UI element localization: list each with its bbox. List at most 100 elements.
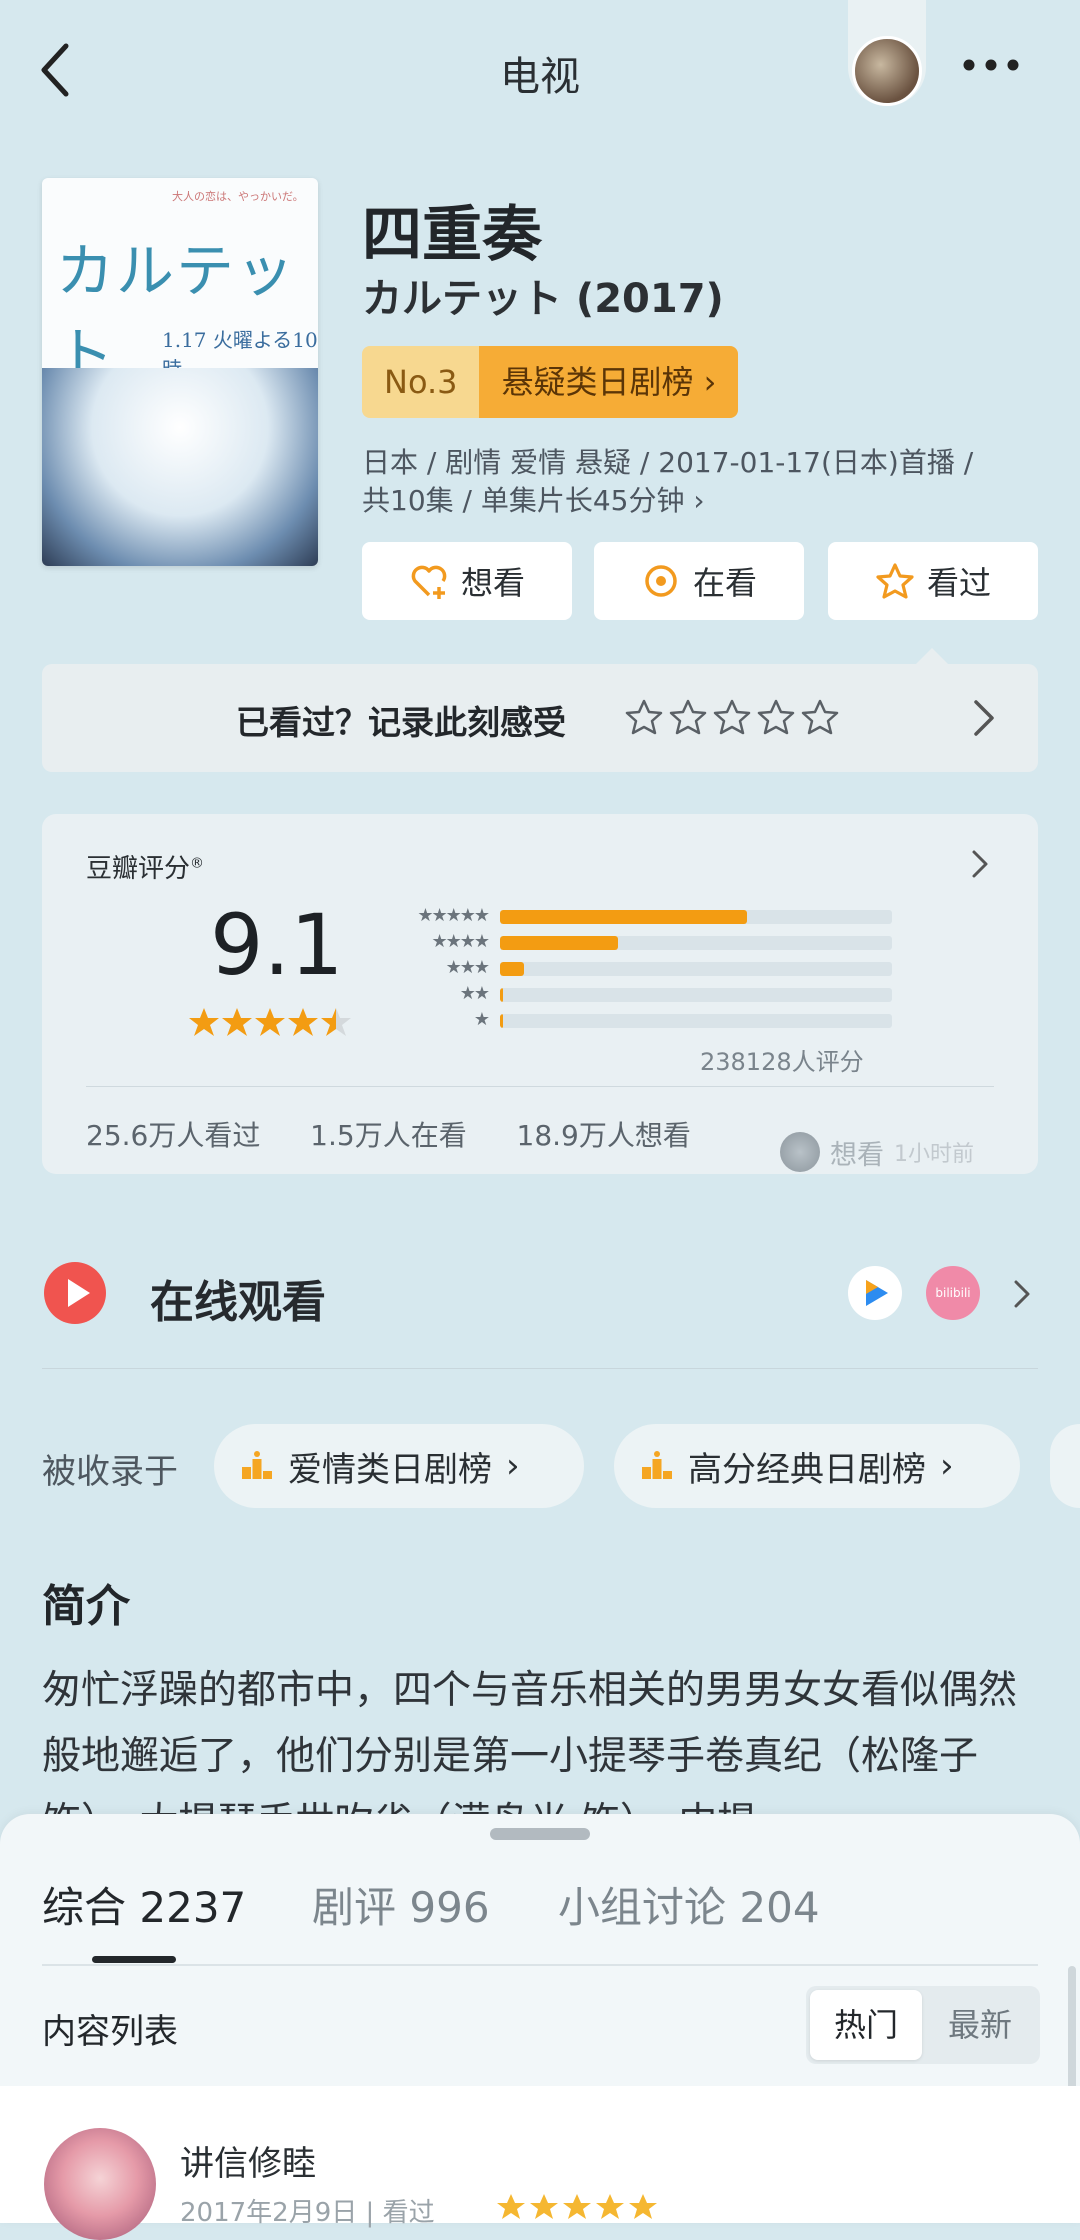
intro-text[interactable]: 匆忙浮躁的都市中，四个与音乐相关的男男女女看似偶然般地邂逅了，他们分别是第一小提… bbox=[42, 1658, 1038, 1814]
review-star-3-icon bbox=[563, 2194, 591, 2219]
review-star-5-icon bbox=[629, 2194, 657, 2219]
bar-star-label: ★★★ bbox=[445, 957, 490, 978]
heart-plus-icon bbox=[411, 565, 447, 599]
list-chip-classic[interactable]: 高分经典日剧榜 › bbox=[614, 1424, 1020, 1508]
list-chip-more[interactable] bbox=[1050, 1424, 1080, 1508]
chevron-right-icon: › bbox=[506, 1446, 520, 1486]
bar-track bbox=[500, 988, 892, 1002]
more-dots-icon[interactable] bbox=[962, 58, 1020, 72]
stat-wish[interactable]: 18.9万人想看 bbox=[517, 1119, 691, 1152]
content-list-label: 内容列表 bbox=[42, 2012, 178, 2052]
activity-action: 想看 bbox=[830, 1139, 884, 1171]
bar-fill bbox=[500, 988, 504, 1002]
rating-count: 238128人评分 bbox=[700, 1048, 864, 1076]
tab-group-discussion[interactable]: 小组讨论 204 bbox=[558, 1874, 820, 1935]
play-icon[interactable] bbox=[44, 1262, 106, 1324]
watching-label: 在看 bbox=[692, 564, 757, 602]
ranking-podium-icon bbox=[242, 1451, 272, 1479]
divider bbox=[42, 1964, 1038, 1966]
chevron-right-icon: › bbox=[703, 363, 717, 401]
bar-fill bbox=[500, 1014, 504, 1028]
bar-star-label: ★ bbox=[473, 1009, 490, 1030]
review-meta: 2017年2月9日 | 看过 bbox=[180, 2198, 435, 2228]
meta-line-2: 共10集 / 单集片长45分钟 › bbox=[362, 484, 705, 517]
avatar bbox=[780, 1132, 820, 1172]
tab-active-indicator bbox=[92, 1956, 176, 1963]
ranking-podium-icon bbox=[642, 1451, 672, 1479]
subject-original-title: カルテット (2017) bbox=[362, 276, 724, 322]
score-star-2-icon bbox=[222, 1008, 252, 1036]
avatar[interactable] bbox=[44, 2128, 156, 2240]
poster-photo bbox=[42, 368, 318, 566]
bar-fill bbox=[500, 936, 618, 950]
bar-track bbox=[500, 936, 892, 950]
bar-star-label: ★★ bbox=[459, 983, 490, 1004]
bar-track bbox=[500, 962, 892, 976]
tab-reviews[interactable]: 剧评 996 bbox=[312, 1874, 490, 1935]
rate-prompt-text: 已看过？记录此刻感受 bbox=[236, 703, 566, 742]
chevron-right-icon: › bbox=[940, 1446, 954, 1486]
chevron-right-icon: › bbox=[693, 484, 705, 517]
want-label: 想看 bbox=[460, 564, 525, 602]
watched-button[interactable]: 看过 bbox=[828, 542, 1038, 620]
caret-pointer bbox=[916, 648, 948, 664]
chevron-right-icon[interactable] bbox=[970, 848, 990, 880]
score-star-5-icon bbox=[321, 1008, 351, 1036]
video-platform-icon[interactable] bbox=[848, 1266, 902, 1320]
tab-overall[interactable]: 综合 2237 bbox=[42, 1874, 246, 1935]
sort-new-button[interactable]: 最新 bbox=[924, 1990, 1036, 2060]
circle-dot-icon bbox=[645, 565, 677, 597]
rate-star-2-icon bbox=[669, 699, 707, 735]
drag-handle[interactable] bbox=[490, 1828, 590, 1840]
avatar[interactable] bbox=[852, 36, 922, 106]
chevron-right-icon[interactable] bbox=[972, 698, 996, 738]
chevron-right-icon[interactable] bbox=[1012, 1278, 1032, 1310]
rate-star-1-icon bbox=[625, 699, 663, 735]
divider bbox=[86, 1086, 994, 1087]
sort-hot-button[interactable]: 热门 bbox=[810, 1990, 922, 2060]
rank-number: No.3 bbox=[362, 346, 480, 418]
watch-stats: 25.6万人看过 1.5万人在看 18.9万人想看 bbox=[86, 1114, 691, 1154]
bilibili-icon[interactable]: bilibili bbox=[926, 1266, 980, 1320]
review-star-2-icon bbox=[530, 2194, 558, 2219]
poster-tagline: 大人の恋は、やっかいだ。 bbox=[172, 190, 304, 203]
bar-track bbox=[500, 910, 892, 924]
score-star-4-icon bbox=[288, 1008, 318, 1036]
bar-star-label: ★★★★★ bbox=[417, 905, 490, 926]
bar-track bbox=[500, 1014, 892, 1028]
score-star-1-icon bbox=[189, 1008, 219, 1036]
bar-star-label: ★★★★ bbox=[431, 931, 490, 952]
score-star-3-icon bbox=[255, 1008, 285, 1036]
rate-star-5-icon bbox=[801, 699, 839, 735]
star-outline-icon bbox=[876, 563, 914, 599]
subject-meta[interactable]: 日本 / 剧情 爱情 悬疑 / 2017-01-17(日本)首播 / 共10集 … bbox=[362, 444, 1042, 520]
rank-badge[interactable]: No.3 悬疑类日剧榜 › bbox=[362, 346, 739, 418]
meta-line-1: 日本 / 剧情 爱情 悬疑 / 2017-01-17(日本)首播 / bbox=[362, 446, 974, 479]
intro-title: 简介 bbox=[42, 1581, 130, 1632]
bar-fill bbox=[500, 910, 747, 924]
activity-time: 1小时前 bbox=[894, 1142, 974, 1167]
rate-star-4-icon bbox=[757, 699, 795, 735]
review-star-4-icon bbox=[596, 2194, 624, 2219]
rating-score: 9.1 bbox=[210, 896, 344, 994]
list-chip-romance[interactable]: 爱情类日剧榜 › bbox=[214, 1424, 584, 1508]
review-username[interactable]: 讲信修睦 bbox=[180, 2136, 316, 2185]
stat-watching[interactable]: 1.5万人在看 bbox=[310, 1119, 467, 1152]
watch-online-title[interactable]: 在线观看 bbox=[150, 1266, 326, 1330]
list-name: 高分经典日剧榜 bbox=[688, 1449, 926, 1490]
list-name: 爱情类日剧榜 bbox=[288, 1449, 492, 1490]
review-stars bbox=[497, 2194, 657, 2219]
watched-label: 看过 bbox=[926, 564, 991, 602]
stat-watched[interactable]: 25.6万人看过 bbox=[86, 1119, 260, 1152]
rate-stars[interactable] bbox=[624, 698, 844, 738]
watching-button[interactable]: 在看 bbox=[594, 542, 804, 620]
bar-fill bbox=[500, 962, 524, 976]
want-button[interactable]: 想看 bbox=[362, 542, 572, 620]
rank-list-name: 悬疑类日剧榜 › bbox=[479, 346, 739, 418]
poster-image[interactable]: 大人の恋は、やっかいだ。 カルテット 1.17 火曜よる10時 bbox=[42, 178, 318, 566]
review-star-1-icon bbox=[497, 2194, 525, 2219]
rate-star-3-icon bbox=[713, 699, 751, 735]
recent-activity: 想看 1小时前 bbox=[780, 1132, 974, 1172]
rating-label: 豆瓣评分® bbox=[86, 854, 205, 884]
included-label: 被收录于 bbox=[42, 1452, 178, 1492]
